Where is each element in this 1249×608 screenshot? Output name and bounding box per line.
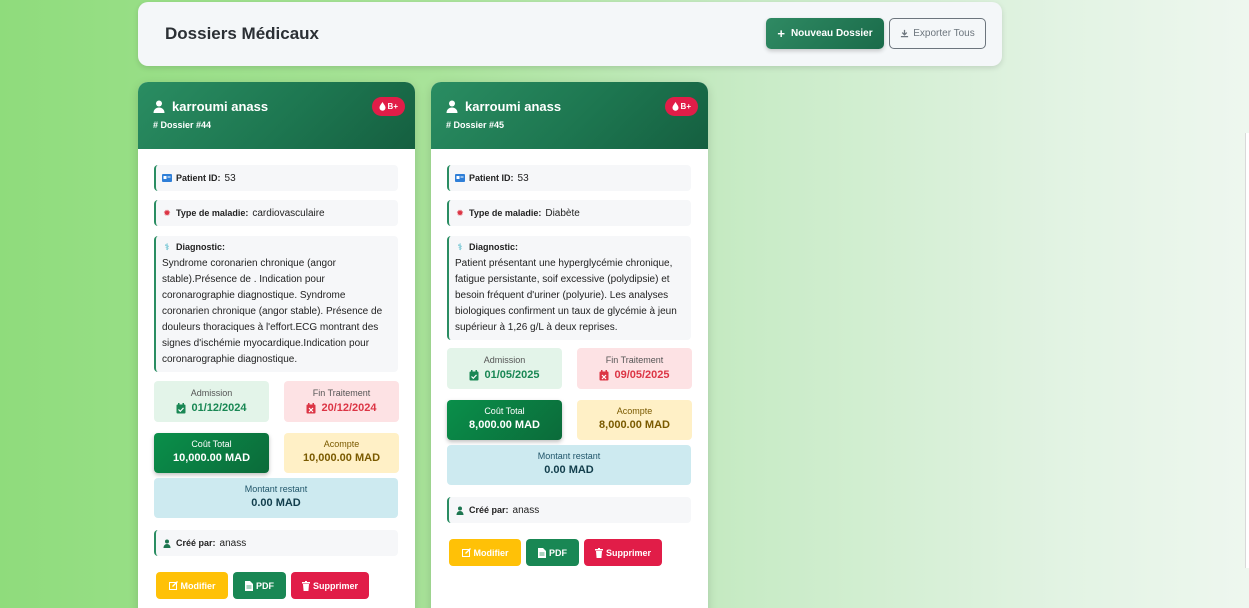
diagnostic-text: Syndrome coronarien chronique (angor sta… — [162, 258, 383, 365]
patient-name: karroumi anass — [465, 99, 562, 114]
calendar-x-icon — [306, 402, 316, 414]
user-check-icon — [455, 505, 465, 515]
id-card-icon — [162, 173, 172, 183]
file-pdf-icon — [245, 580, 253, 591]
fin-date: 09/05/2025 — [614, 369, 670, 381]
acompte-box: Acompte 8,000.00 MAD — [577, 400, 692, 440]
diagnostic-block: ⚕ Diagnostic: Patient présentant une hyp… — [447, 236, 691, 340]
export-all-button[interactable]: Exporter Tous — [889, 18, 986, 49]
maladie-value: cardiovasculaire — [252, 207, 325, 219]
card-header: karroumi anass # Dossier #45 B+ — [431, 82, 708, 149]
diagnostic-text: Patient présentant une hyperglycémie chr… — [455, 258, 677, 333]
page-title: Dossiers Médicaux — [165, 24, 320, 43]
edit-icon — [461, 548, 471, 557]
acompte-value: 10,000.00 MAD — [302, 452, 381, 464]
stethoscope-icon: ⚕ — [457, 241, 463, 252]
cree-par-value: anass — [512, 504, 540, 516]
cout-total-box: Coût Total 10,000.00 MAD — [154, 433, 269, 473]
patient-id-row: Patient ID: 53 — [447, 165, 691, 191]
page-header: Dossiers Médicaux + Nouveau Dossier Expo… — [138, 2, 1002, 66]
modifier-button[interactable]: Modifier — [156, 572, 228, 599]
drop-icon — [672, 102, 679, 111]
virus-icon: ✹ — [163, 207, 171, 218]
montant-restant-box: Montant restant 0.00 MAD — [154, 478, 398, 518]
cout-total-box: Coût Total 8,000.00 MAD — [447, 400, 562, 440]
calendar-check-icon — [469, 369, 479, 381]
cree-par-row: Créé par: anass — [154, 530, 398, 556]
modifier-button[interactable]: Modifier — [449, 539, 521, 566]
calendar-x-icon — [599, 369, 609, 381]
id-card-icon — [455, 173, 465, 183]
acompte-value: 8,000.00 MAD — [599, 419, 670, 431]
montant-restant-box: Montant restant 0.00 MAD — [447, 445, 691, 485]
admission-box: Admission 01/05/2025 — [447, 348, 562, 389]
pdf-button[interactable]: PDF — [526, 539, 579, 566]
trash-icon — [594, 547, 603, 558]
user-check-icon — [162, 538, 172, 548]
drop-icon — [379, 102, 386, 111]
fin-traitement-box: Fin Traitement 20/12/2024 — [284, 381, 399, 422]
card-actions: Modifier PDF Supprimer — [156, 572, 369, 599]
stethoscope-icon: ⚕ — [164, 241, 170, 252]
trash-icon — [301, 580, 310, 591]
user-icon — [446, 100, 458, 113]
supprimer-button[interactable]: Supprimer — [291, 572, 369, 599]
new-dossier-button[interactable]: + Nouveau Dossier — [766, 18, 884, 49]
hash-icon: # — [446, 120, 452, 130]
export-all-label: Exporter Tous — [913, 28, 975, 39]
admission-date: 01/05/2025 — [484, 369, 540, 381]
plus-icon: + — [777, 26, 785, 41]
admission-date: 01/12/2024 — [191, 402, 247, 414]
dossier-card: karroumi anass # Dossier #45 B+ Patient … — [431, 82, 708, 608]
dossier-number: Dossier #45 — [453, 120, 505, 130]
montant-restant-value: 0.00 MAD — [251, 497, 301, 509]
pdf-button[interactable]: PDF — [233, 572, 286, 599]
fin-traitement-box: Fin Traitement 09/05/2025 — [577, 348, 692, 389]
blood-type-badge: B+ — [664, 97, 698, 116]
patient-name: karroumi anass — [172, 99, 269, 114]
user-icon — [153, 100, 165, 113]
cree-par-value: anass — [219, 537, 247, 549]
dossier-number: Dossier #44 — [160, 120, 212, 130]
card-header: karroumi anass # Dossier #44 B+ — [138, 82, 415, 149]
virus-icon: ✹ — [456, 207, 464, 218]
card-actions: Modifier PDF Supprimer — [449, 539, 662, 566]
acompte-box: Acompte 10,000.00 MAD — [284, 433, 399, 473]
patient-id-row: Patient ID: 53 — [154, 165, 398, 191]
maladie-row: ✹ Type de maladie: cardiovasculaire — [154, 200, 398, 226]
file-pdf-icon — [538, 547, 546, 558]
blood-type-badge: B+ — [371, 97, 405, 116]
cout-total-value: 8,000.00 MAD — [469, 419, 540, 431]
maladie-row: ✹ Type de maladie: Diabète — [447, 200, 691, 226]
admission-box: Admission 01/12/2024 — [154, 381, 269, 422]
patient-id-value: 53 — [224, 172, 236, 184]
montant-restant-value: 0.00 MAD — [544, 464, 594, 476]
download-icon — [900, 29, 909, 38]
dossier-card: karroumi anass # Dossier #44 B+ Patient … — [138, 82, 415, 608]
cree-par-row: Créé par: anass — [447, 497, 691, 523]
patient-id-value: 53 — [517, 172, 529, 184]
fin-date: 20/12/2024 — [321, 402, 377, 414]
cout-total-value: 10,000.00 MAD — [172, 452, 251, 464]
calendar-check-icon — [176, 402, 186, 414]
hash-icon: # — [153, 120, 159, 130]
maladie-value: Diabète — [545, 207, 580, 219]
diagnostic-block: ⚕ Diagnostic: Syndrome coronarien chroni… — [154, 236, 398, 372]
scrollbar[interactable] — [1245, 133, 1249, 568]
edit-icon — [168, 581, 178, 590]
supprimer-button[interactable]: Supprimer — [584, 539, 662, 566]
new-dossier-label: Nouveau Dossier — [790, 28, 873, 39]
